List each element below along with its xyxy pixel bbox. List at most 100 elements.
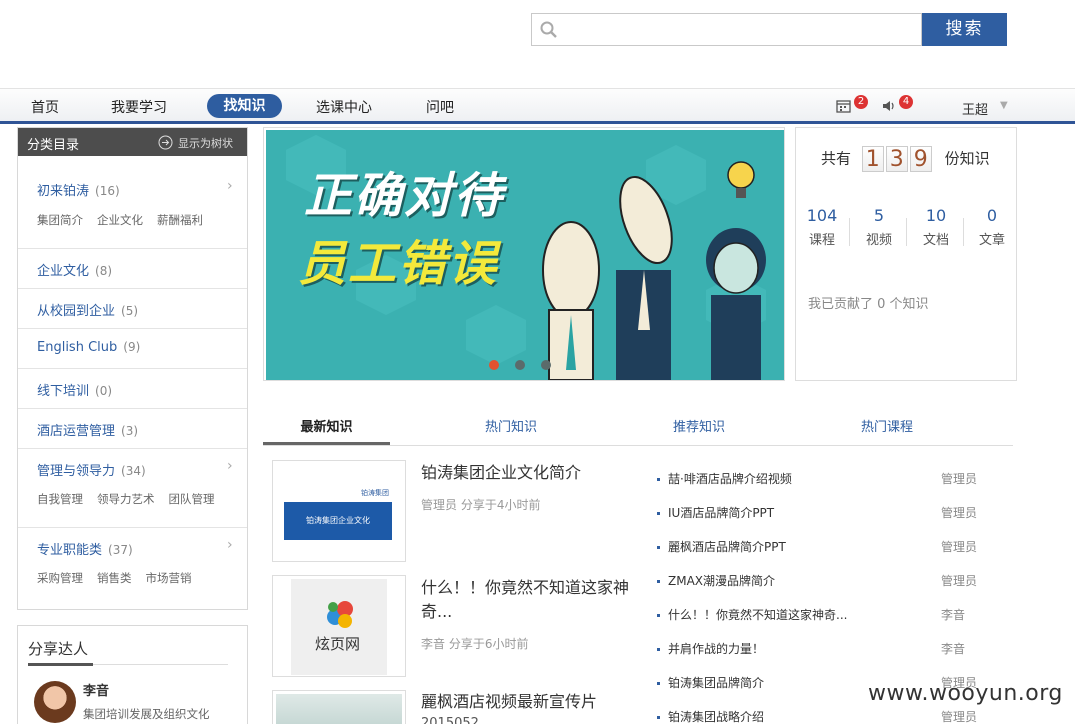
hot-item-title[interactable]: 喆·啡酒店品牌介绍视频 (668, 472, 792, 486)
banner-headline-2: 员工错误 (298, 236, 499, 292)
tree-toggle-link[interactable]: 显示为树状 (178, 135, 233, 151)
calendar-icon[interactable] (836, 99, 851, 113)
subcategory-link[interactable]: 销售类 (97, 571, 132, 585)
category-count: (16) (95, 184, 120, 198)
hot-item-title[interactable]: 铂涛集团品牌简介 (668, 676, 764, 690)
nav-learn[interactable]: 我要学习 (111, 97, 167, 117)
tab-hot[interactable]: 热门知识 (485, 416, 537, 435)
knowledge-meta: 2015052... (421, 716, 492, 724)
bullet (657, 580, 660, 583)
hot-item-title[interactable]: IU酒店品牌简介PPT (668, 506, 774, 520)
stat-documents[interactable]: 10 文档 (910, 206, 962, 248)
knowledge-thumbnail[interactable]: 炫页网 (272, 575, 406, 677)
knowledge-tabs: 最新知识 热门知识 推荐知识 热门课程 (263, 412, 1013, 446)
knowledge-thumbnail[interactable] (272, 690, 406, 724)
category-name[interactable]: 企业文化 (8) (37, 260, 112, 279)
category-item[interactable]: 酒店运营管理 (3) (18, 409, 247, 449)
nav-find-knowledge[interactable]: 找知识 (207, 94, 282, 118)
category-item[interactable]: 管理与领导力 (34) › 自我管理 领导力艺术 团队管理 (18, 449, 247, 528)
category-name[interactable]: 酒店运营管理 (3) (37, 420, 138, 439)
subcategory-link[interactable]: 自我管理 (37, 492, 83, 506)
nav-ask[interactable]: 问吧 (426, 97, 454, 117)
digit-counter: 139 (861, 146, 934, 172)
chevron-right-icon: › (227, 458, 233, 474)
category-item[interactable]: English Club (9) (18, 329, 247, 369)
sharer-desc: 集团培训发展及组织文化 (83, 707, 210, 721)
hot-list-item[interactable]: 并肩作战的力量！ 李音 (657, 640, 1007, 657)
stat-articles[interactable]: 0 文章 (966, 206, 1018, 248)
nav-course-center[interactable]: 选课中心 (316, 97, 372, 117)
tab-recommended[interactable]: 推荐知识 (673, 416, 725, 435)
subcategory-link[interactable]: 采购管理 (37, 571, 83, 585)
hot-item-title[interactable]: ZMAX潮漫品牌简介 (668, 574, 775, 588)
knowledge-stats-panel: 共有 139 份知识 104 课程 5 视频 10 文档 0 文章 我已贡献了 0 个知… (795, 127, 1017, 381)
avatar[interactable] (34, 681, 76, 723)
active-tab-indicator (263, 442, 390, 445)
hot-list-item[interactable]: 什么！！你竟然不知道这家神奇... 李音 (657, 606, 1007, 623)
category-item[interactable]: 专业职能类 (37) › 采购管理 销售类 市场营销 (18, 528, 247, 609)
bullet (657, 716, 660, 719)
sidebar-header: 分类目录 显示为树状 (18, 128, 247, 156)
subcategory-link[interactable]: 领导力艺术 (97, 492, 155, 506)
hot-list-item[interactable]: 麗枫酒店品牌简介PPT 管理员 (657, 538, 1007, 555)
search-input[interactable] (531, 13, 922, 46)
knowledge-thumbnail[interactable]: 铂涛集团 铂涛集团企业文化 (272, 460, 406, 562)
category-item[interactable]: 企业文化 (8) (18, 249, 247, 289)
banner-carousel[interactable]: 正确对待 员工错误 (263, 127, 785, 381)
bullet (657, 648, 660, 651)
hot-item-author: 李音 (941, 642, 966, 656)
carousel-dot[interactable] (515, 360, 525, 370)
category-count: (8) (95, 264, 113, 278)
hot-item-title[interactable]: 并肩作战的力量！ (668, 642, 764, 656)
subcategory-link[interactable]: 集团简介 (37, 213, 83, 227)
divider (963, 218, 964, 246)
category-item[interactable]: 从校园到企业 (5) (18, 289, 247, 329)
search-button[interactable]: 搜索 (922, 13, 1007, 46)
subcategory-link[interactable]: 薪酬福利 (157, 213, 203, 227)
knowledge-title[interactable]: 铂涛集团企业文化简介 (421, 461, 631, 485)
subcategory-link[interactable]: 企业文化 (97, 213, 143, 227)
hot-list-item[interactable]: IU酒店品牌简介PPT 管理员 (657, 504, 1007, 521)
stat-videos[interactable]: 5 视频 (853, 206, 905, 248)
thumbnail-video (276, 694, 402, 724)
category-name[interactable]: English Club (9) (37, 340, 140, 355)
banner-image[interactable]: 正确对待 员工错误 (266, 130, 784, 380)
hot-item-title[interactable]: 麗枫酒店品牌简介PPT (668, 540, 786, 554)
chevron-down-icon[interactable]: ▼ (1000, 100, 1008, 111)
knowledge-title[interactable]: 麗枫酒店视频最新宣传片 (421, 690, 631, 714)
hot-list-item[interactable]: ZMAX潮漫品牌简介 管理员 (657, 572, 1007, 589)
top-sharers-panel: 分享达人 李音 集团培训发展及组织文化 (17, 625, 248, 724)
speaker-icon[interactable] (882, 99, 896, 113)
subcategory-link[interactable]: 团队管理 (169, 492, 215, 506)
carousel-dot-active[interactable] (489, 360, 499, 370)
category-label: 初来铂涛 (37, 184, 90, 199)
nav-home[interactable]: 首页 (31, 97, 59, 117)
category-count: (37) (108, 543, 133, 557)
sharer-name[interactable]: 李音 (83, 680, 109, 699)
tab-latest[interactable]: 最新知识 (263, 416, 390, 435)
category-name[interactable]: 初来铂涛 (16) (37, 180, 120, 199)
hot-item-title[interactable]: 铂涛集团战略介绍 (668, 710, 764, 724)
hot-list-item[interactable]: 铂涛集团战略介绍 管理员 (657, 708, 1007, 724)
bullet (657, 478, 660, 481)
user-name[interactable]: 王超 (962, 99, 988, 118)
category-name[interactable]: 线下培训 (0) (37, 380, 112, 399)
category-count: (34) (121, 464, 146, 478)
tree-toggle-icon[interactable] (158, 135, 173, 150)
hot-item-author: 管理员 (941, 472, 978, 486)
hot-list-item[interactable]: 喆·啡酒店品牌介绍视频 管理员 (657, 470, 1007, 487)
subcategory-link[interactable]: 市场营销 (146, 571, 192, 585)
stat-courses[interactable]: 104 课程 (796, 206, 848, 248)
knowledge-title[interactable]: 什么！！你竟然不知道这家神奇... (421, 576, 631, 624)
category-name[interactable]: 管理与领导力 (34) (37, 460, 146, 479)
category-name[interactable]: 从校园到企业 (5) (37, 300, 138, 319)
category-item[interactable]: 初来铂涛 (16) › 集团简介 企业文化 薪酬福利 (18, 156, 247, 249)
subcategory-list: 自我管理 领导力艺术 团队管理 (37, 491, 229, 507)
tab-hot-courses[interactable]: 热门课程 (861, 416, 913, 435)
hot-item-title[interactable]: 什么！！你竟然不知道这家神奇... (668, 608, 847, 622)
category-label: 酒店运营管理 (37, 424, 116, 439)
category-name[interactable]: 专业职能类 (37) (37, 539, 133, 558)
stat-label: 视频 (865, 233, 892, 248)
carousel-dot[interactable] (541, 360, 551, 370)
category-item[interactable]: 线下培训 (0) (18, 369, 247, 409)
